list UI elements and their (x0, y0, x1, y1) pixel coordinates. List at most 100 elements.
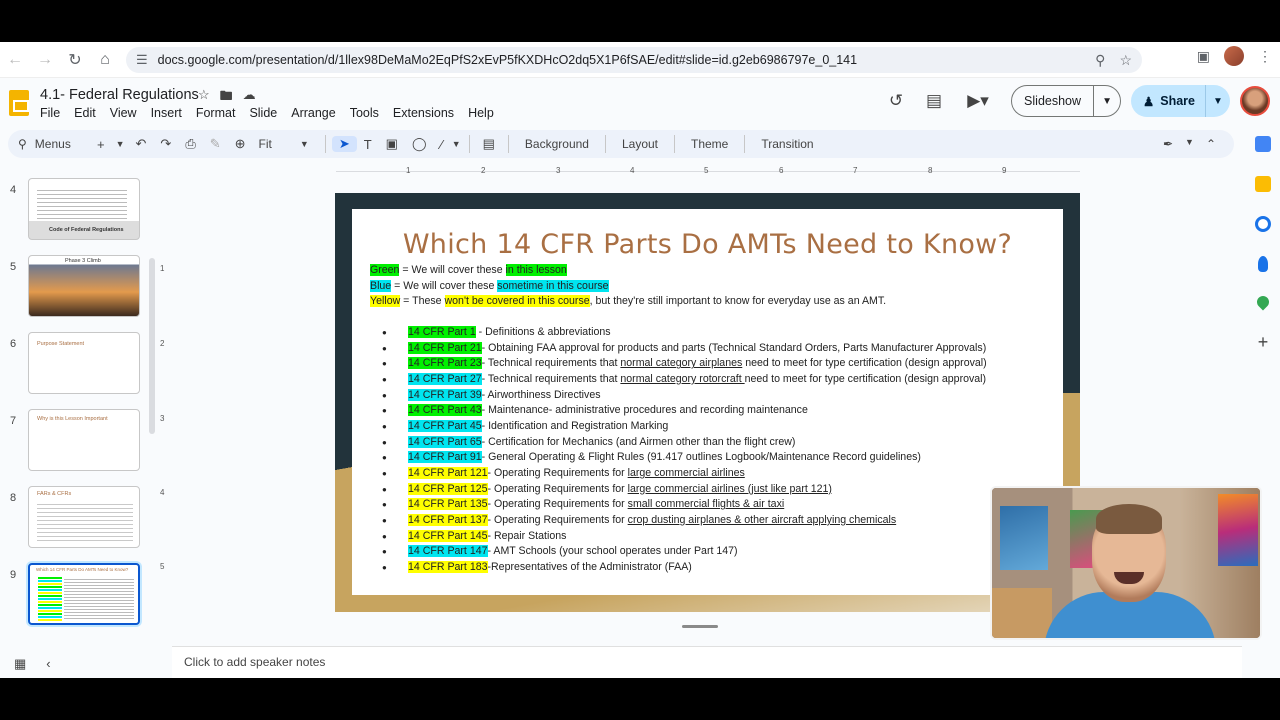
cfr-part-item: 14 CFR Part 145- Repair Stations (382, 529, 987, 545)
slide-thumbnail[interactable]: FARs & CFRs (28, 486, 140, 548)
cfr-parts-list[interactable]: 14 CFR Part 1 - Definitions & abbreviati… (382, 325, 987, 576)
address-bar[interactable]: ☰ docs.google.com/presentation/d/1llex98… (126, 47, 1142, 73)
site-settings-icon[interactable]: ☰ (136, 52, 148, 68)
zoom-icon[interactable]: ⊕ (228, 136, 253, 152)
cfr-part-item: 14 CFR Part 137- Operating Requirements … (382, 513, 987, 529)
zoom-icon[interactable]: ⚲ (1095, 52, 1105, 69)
presenter-hair (1096, 504, 1162, 534)
reload-icon[interactable]: ↻ (60, 45, 90, 75)
account-avatar[interactable] (1240, 86, 1270, 116)
collapse-filmstrip-icon[interactable]: ‹ (46, 656, 50, 672)
notes-resize-handle[interactable] (682, 625, 718, 628)
collapse-toolbar-icon[interactable]: ⌃ (1206, 137, 1216, 151)
background-button[interactable]: Background (515, 137, 599, 151)
document-title[interactable]: 4.1- Federal Regulations (40, 87, 199, 103)
back-icon[interactable]: ← (0, 45, 30, 75)
filmstrip-scrollbar[interactable] (149, 258, 155, 434)
slide-thumbnail-selected[interactable]: Which 14 CFR Parts Do AMTs Need to Know? (28, 563, 140, 625)
new-slide-dropdown-icon[interactable]: ▼ (112, 139, 129, 149)
version-history-icon[interactable]: ↺ (877, 91, 915, 111)
paint-format-icon[interactable]: ✎ (203, 136, 228, 152)
slide-thumbnail[interactable]: Phase 3 Climb (28, 255, 140, 317)
insert-image-icon[interactable]: ▣ (379, 136, 405, 152)
grid-view-icon[interactable]: ▦ (14, 656, 26, 672)
add-comment-icon[interactable]: ▤ (476, 136, 502, 152)
thumb-caption: Code of Federal Regulations (49, 227, 124, 233)
slide-thumbnail[interactable]: Purpose Statement (28, 332, 140, 394)
slideshow-button[interactable]: Slideshow ▼ (1011, 85, 1122, 117)
filmstrip-item[interactable]: 5 Phase 3 Climb (0, 255, 150, 319)
browser-menu-icon[interactable]: ⋮ (1258, 48, 1272, 65)
line-dropdown-icon[interactable]: ▼ (450, 139, 463, 149)
pen-dropdown-icon[interactable]: ▼ (1185, 137, 1194, 151)
slide-number: 9 (10, 569, 17, 581)
filmstrip-item[interactable]: 6 Purpose Statement (0, 332, 150, 396)
extensions-icon[interactable]: ▣ (1197, 48, 1210, 65)
thumb-highlight-lines (38, 577, 62, 621)
filmstrip-item[interactable]: 8 FARs & CFRs (0, 486, 150, 550)
text-box-icon[interactable]: T (357, 137, 379, 152)
menu-tools[interactable]: Tools (350, 106, 379, 120)
menu-extensions[interactable]: Extensions (393, 106, 454, 120)
contacts-icon[interactable] (1258, 256, 1268, 272)
new-slide-icon[interactable]: + (90, 137, 112, 152)
menu-arrange[interactable]: Arrange (291, 106, 335, 120)
menus-search[interactable]: ⚲ Menus (8, 137, 90, 151)
shape-icon[interactable]: ◯ (405, 136, 434, 152)
cfr-part-label: 14 CFR Part 137 (408, 513, 488, 526)
pen-tool-icon[interactable]: ✒ (1163, 137, 1173, 151)
theme-button[interactable]: Theme (681, 137, 738, 151)
slide-thumbnail[interactable]: Code of Federal Regulations (28, 178, 140, 240)
menu-file[interactable]: File (40, 106, 60, 120)
menu-help[interactable]: Help (468, 106, 494, 120)
slide-title[interactable]: Which 14 CFR Parts Do AMTs Need to Know? (352, 229, 1063, 260)
color-legend[interactable]: Green = We will cover these in this less… (370, 263, 886, 310)
layout-button[interactable]: Layout (612, 137, 668, 151)
share-button[interactable]: ♟ Share ▼ (1131, 85, 1230, 117)
keep-icon[interactable] (1255, 176, 1271, 192)
print-icon[interactable]: ⎙ (178, 136, 202, 152)
speaker-notes[interactable]: Click to add speaker notes (172, 646, 1242, 678)
legend-green-word: Green (370, 264, 400, 276)
menu-insert[interactable]: Insert (151, 106, 182, 120)
slide-thumbnail[interactable]: Why is this Lesson Important (28, 409, 140, 471)
add-addon-icon[interactable]: + (1258, 332, 1269, 353)
maps-icon[interactable] (1254, 293, 1272, 311)
menu-format[interactable]: Format (196, 106, 236, 120)
comments-icon[interactable]: ▤ (915, 91, 953, 111)
undo-icon[interactable]: ↶ (129, 136, 154, 152)
transition-button[interactable]: Transition (751, 137, 823, 151)
tasks-icon[interactable] (1255, 216, 1271, 232)
forward-icon[interactable]: → (30, 45, 60, 75)
home-icon[interactable]: ⌂ (90, 45, 120, 75)
select-tool-icon[interactable]: ➤ (331, 136, 357, 152)
slide-canvas[interactable]: Which 14 CFR Parts Do AMTs Need to Know?… (335, 193, 1080, 612)
bookmark-star-icon[interactable]: ☆ (1119, 52, 1132, 69)
line-icon[interactable]: ∕ (434, 137, 450, 152)
slideshow-dropdown-icon[interactable]: ▼ (1094, 96, 1120, 107)
legend-blue-line: Blue = We will cover these sometime in t… (370, 279, 886, 295)
legend-blue-word: Blue (370, 279, 392, 292)
menu-bar: File Edit View Insert Format Slide Arran… (40, 106, 494, 120)
slides-logo-icon[interactable] (9, 90, 29, 116)
meet-video-icon[interactable]: ▶▾ (953, 91, 1003, 111)
slideshow-label[interactable]: Slideshow (1012, 86, 1095, 116)
cfr-part-item: 14 CFR Part 135- Operating Requirements … (382, 497, 987, 513)
cfr-part-description: - Technical requirements that (481, 357, 621, 370)
menu-edit[interactable]: Edit (74, 106, 96, 120)
ruler-label: 1 (406, 166, 411, 175)
profile-avatar[interactable] (1224, 46, 1244, 66)
filmstrip-item[interactable]: 7 Why is this Lesson Important (0, 409, 150, 473)
thumb-text-lines (64, 577, 134, 621)
zoom-select[interactable]: Fit ▼ (253, 137, 319, 151)
menu-view[interactable]: View (110, 106, 137, 120)
calendar-icon[interactable] (1255, 136, 1271, 152)
share-dropdown-icon[interactable]: ▼ (1206, 96, 1230, 107)
menu-slide[interactable]: Slide (249, 106, 277, 120)
filmstrip-item[interactable]: 4 Code of Federal Regulations (0, 178, 150, 242)
redo-icon[interactable]: ↷ (153, 136, 178, 152)
slide-number: 8 (10, 492, 17, 504)
filmstrip-item[interactable]: 9 Which 14 CFR Parts Do AMTs Need to Kno… (0, 563, 150, 627)
cfr-part-tail: need to meet for type certification (des… (744, 372, 987, 385)
legend-green-text: = We will cover these (399, 264, 506, 276)
